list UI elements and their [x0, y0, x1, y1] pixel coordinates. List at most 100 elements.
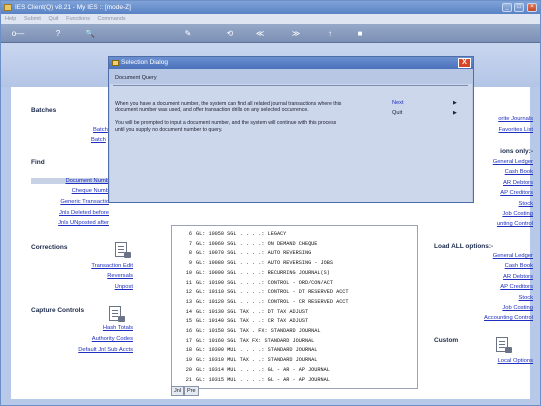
journal-row-number: 19 [185, 357, 192, 364]
journal-row[interactable]: 7 GL: 10060 SGL . . . .: ON DEMAND CHEQUE [172, 240, 417, 248]
edit-icon[interactable]: ✎ [181, 28, 195, 39]
local-options-link[interactable]: Local Options [471, 358, 533, 364]
journal-row-number: 13 [185, 298, 192, 305]
load-stock-link[interactable]: Stock [461, 295, 534, 301]
dialog-close-button[interactable]: X [458, 58, 471, 68]
load-ap-creditors-link[interactable]: AP Creditors [461, 284, 533, 290]
journal-tabs: Jnl Pre [171, 386, 199, 396]
batch-link-1[interactable]: Batch [93, 127, 108, 133]
journal-row[interactable]: 17 GL: 10160 SGL TAX FX: STANDARD JOURNAL [172, 337, 417, 345]
journal-row-text: GL: 10120 SGL . . . .: CONTROL - CR RESE… [196, 298, 349, 305]
capture-controls-heading: Capture Controls [31, 307, 85, 314]
dialog-subtitle: Document Query [115, 75, 157, 81]
find-generic-transaction[interactable]: Generic Transactio [31, 199, 109, 205]
load-ar-debtors-link[interactable]: AR Debtors [461, 274, 533, 280]
journal-row-number: 18 [185, 347, 192, 354]
search-icon[interactable]: 🔍 [83, 28, 97, 39]
tab-jnl[interactable]: Jnl [171, 386, 185, 396]
journal-row-text: GL: 10315 MUL . . . .: GL - AR - AP JOUR… [196, 376, 330, 383]
journal-row-number: 11 [185, 279, 192, 286]
menu-quit[interactable]: Quit [49, 16, 59, 22]
only-accounting-control-link[interactable]: unting Control [471, 221, 533, 227]
maximize-button[interactable]: □ [514, 3, 524, 12]
journal-row[interactable]: 21 GL: 10315 MUL . . . .: GL - AR - AP JO… [172, 376, 417, 384]
journal-row-number: 9 [188, 260, 192, 267]
dialog-text-1b: document number was used, and offer tran… [115, 107, 309, 113]
stop-icon[interactable]: ■ [353, 28, 367, 39]
hash-totals-link[interactable]: Hash Totals [51, 325, 133, 331]
load-accounting-control-link[interactable]: Accounting Control [451, 315, 533, 321]
key-icon[interactable]: o— [7, 28, 29, 39]
journal-row[interactable]: 15 GL: 10140 SGL TAX . .: CR TAX ADJUST [172, 317, 417, 325]
dialog-title-bar: Selection Dialog X [109, 57, 473, 69]
menu-functions[interactable]: Functions [66, 16, 90, 22]
journal-row[interactable]: 18 GL: 10300 MUL . . . .: STANDARD JOURNA… [172, 346, 417, 354]
journal-row[interactable]: 14 GL: 10130 SGL TAX . .: DT TAX ADJUST [172, 308, 417, 316]
load-general-ledger-link[interactable]: General Ledger [461, 253, 533, 259]
help-icon[interactable]: ? [51, 28, 65, 39]
dialog-title: Selection Dialog [121, 59, 168, 66]
only-cash-book-link[interactable]: Cash Book [471, 169, 533, 175]
forward-icon[interactable]: ≫ [289, 28, 303, 39]
minimize-button[interactable]: _ [502, 3, 512, 12]
find-document-number[interactable]: Document Numb [31, 178, 109, 184]
journal-row-text: GL: 10050 SGL . . . .: LEGACY [196, 231, 287, 237]
tab-pre[interactable]: Pre [184, 386, 199, 396]
journal-row[interactable]: 16 GL: 10150 SGL TAX . FX: STANDARD JOURN… [172, 327, 417, 335]
only-ar-debtors-link[interactable]: AR Debtors [471, 180, 533, 186]
journal-row[interactable]: 6 GL: 10050 SGL . . . .: LEGACY [172, 230, 417, 238]
window-title: IES Client(Q) v8.21 - My IES :: [mode-Z] [15, 4, 131, 11]
journal-row-text: GL: 10060 SGL . . . .: ON DEMAND CHEQUE [196, 240, 318, 247]
close-window-button[interactable]: × [527, 3, 537, 12]
favorites-list-link[interactable]: Favorites List [481, 127, 533, 133]
journal-row[interactable]: 10 GL: 10090 SGL . . . .: RECURRING JOURN… [172, 269, 417, 277]
find-jnls-unposted[interactable]: Jnls UNposted after [31, 220, 109, 226]
load-job-costing-link[interactable]: Job Costing [461, 305, 533, 311]
journal-row-number: 12 [185, 289, 192, 296]
next-option[interactable]: Next [392, 100, 404, 106]
journal-row-number: 20 [185, 366, 192, 373]
next-arrow-icon: ▶ [453, 100, 457, 106]
journal-list[interactable]: 6 GL: 10050 SGL . . . .: LEGACY 7 GL: 10060… [171, 225, 418, 389]
only-job-costing-link[interactable]: Job Costing [471, 211, 533, 217]
journal-row[interactable]: 11 GL: 10100 SGL . . . .: CONTROL - ORD/C… [172, 279, 417, 287]
journal-row[interactable]: 12 GL: 10110 SGL . . . .: CONTROL - DT RE… [172, 288, 417, 296]
journal-row-text: GL: 10070 SGL . . . .: AUTO REVERSING [196, 250, 312, 257]
favorite-journals-link[interactable]: orite Journals [481, 116, 533, 122]
journal-row[interactable]: 19 GL: 10310 MUL TAX . .: STANDARD JOURNA… [172, 356, 417, 364]
only-ap-creditors-link[interactable]: AP Creditors [471, 190, 533, 196]
only-general-ledger-link[interactable]: General Ledger [471, 159, 533, 165]
quit-option[interactable]: Quit [392, 110, 402, 116]
batch-link-2[interactable]: Batch [91, 137, 106, 143]
unpost-link[interactable]: Unpost [61, 284, 133, 290]
batches-heading: Batches [31, 107, 57, 114]
up-icon[interactable]: ↑ [323, 28, 337, 39]
load-cash-book-link[interactable]: Cash Book [461, 263, 533, 269]
journal-row[interactable]: 8 GL: 10070 SGL . . . .: AUTO REVERSING [172, 249, 417, 257]
menu-submit[interactable]: Submit [24, 16, 41, 22]
journal-row-text: GL: 10100 SGL . . . .: CONTROL - ORD/CON… [196, 279, 333, 286]
app-window: IES Client(Q) v8.21 - My IES :: [mode-Z]… [0, 0, 541, 406]
transaction-edit-link[interactable]: Transaction Edit [61, 263, 133, 269]
menu-commands[interactable]: Commands [98, 16, 126, 22]
menu-help[interactable]: Help [5, 16, 16, 22]
journal-row-number: 15 [185, 318, 192, 325]
journal-row-number: 21 [185, 376, 192, 383]
journal-row[interactable]: 9 GL: 10080 SGL . . . .: AUTO REVERSING -… [172, 259, 417, 267]
refresh-icon[interactable]: ⟲ [223, 28, 237, 39]
journal-row[interactable]: 13 GL: 10120 SGL . . . .: CONTROL - CR RE… [172, 298, 417, 306]
only-stock-link[interactable]: Stock [471, 201, 534, 207]
authority-codes-link[interactable]: Authority Codes [51, 336, 133, 342]
dialog-text-2b: until you supply no document number to q… [115, 127, 223, 133]
journal-row-text: GL: 10080 SGL . . . .: AUTO REVERSING - … [196, 260, 333, 267]
find-jnls-deleted[interactable]: Jnls Deleted before [31, 210, 109, 216]
default-jnl-sub-accts-link[interactable]: Default Jnl Sub Accts [41, 347, 133, 353]
journal-row-number: 16 [185, 328, 192, 334]
journal-row[interactable]: 20 GL: 10314 MUL . . . .: GL - AR - AP JO… [172, 366, 417, 374]
rewind-icon[interactable]: ≪ [253, 28, 267, 39]
journal-row-number: 14 [185, 308, 192, 315]
find-cheque-number[interactable]: Cheque Numb [31, 188, 109, 194]
reversals-link[interactable]: Reversals [61, 273, 133, 279]
options-only-heading: ions only:- [500, 148, 533, 155]
menu-bar: Help Submit Quit Functions Commands [1, 14, 540, 24]
